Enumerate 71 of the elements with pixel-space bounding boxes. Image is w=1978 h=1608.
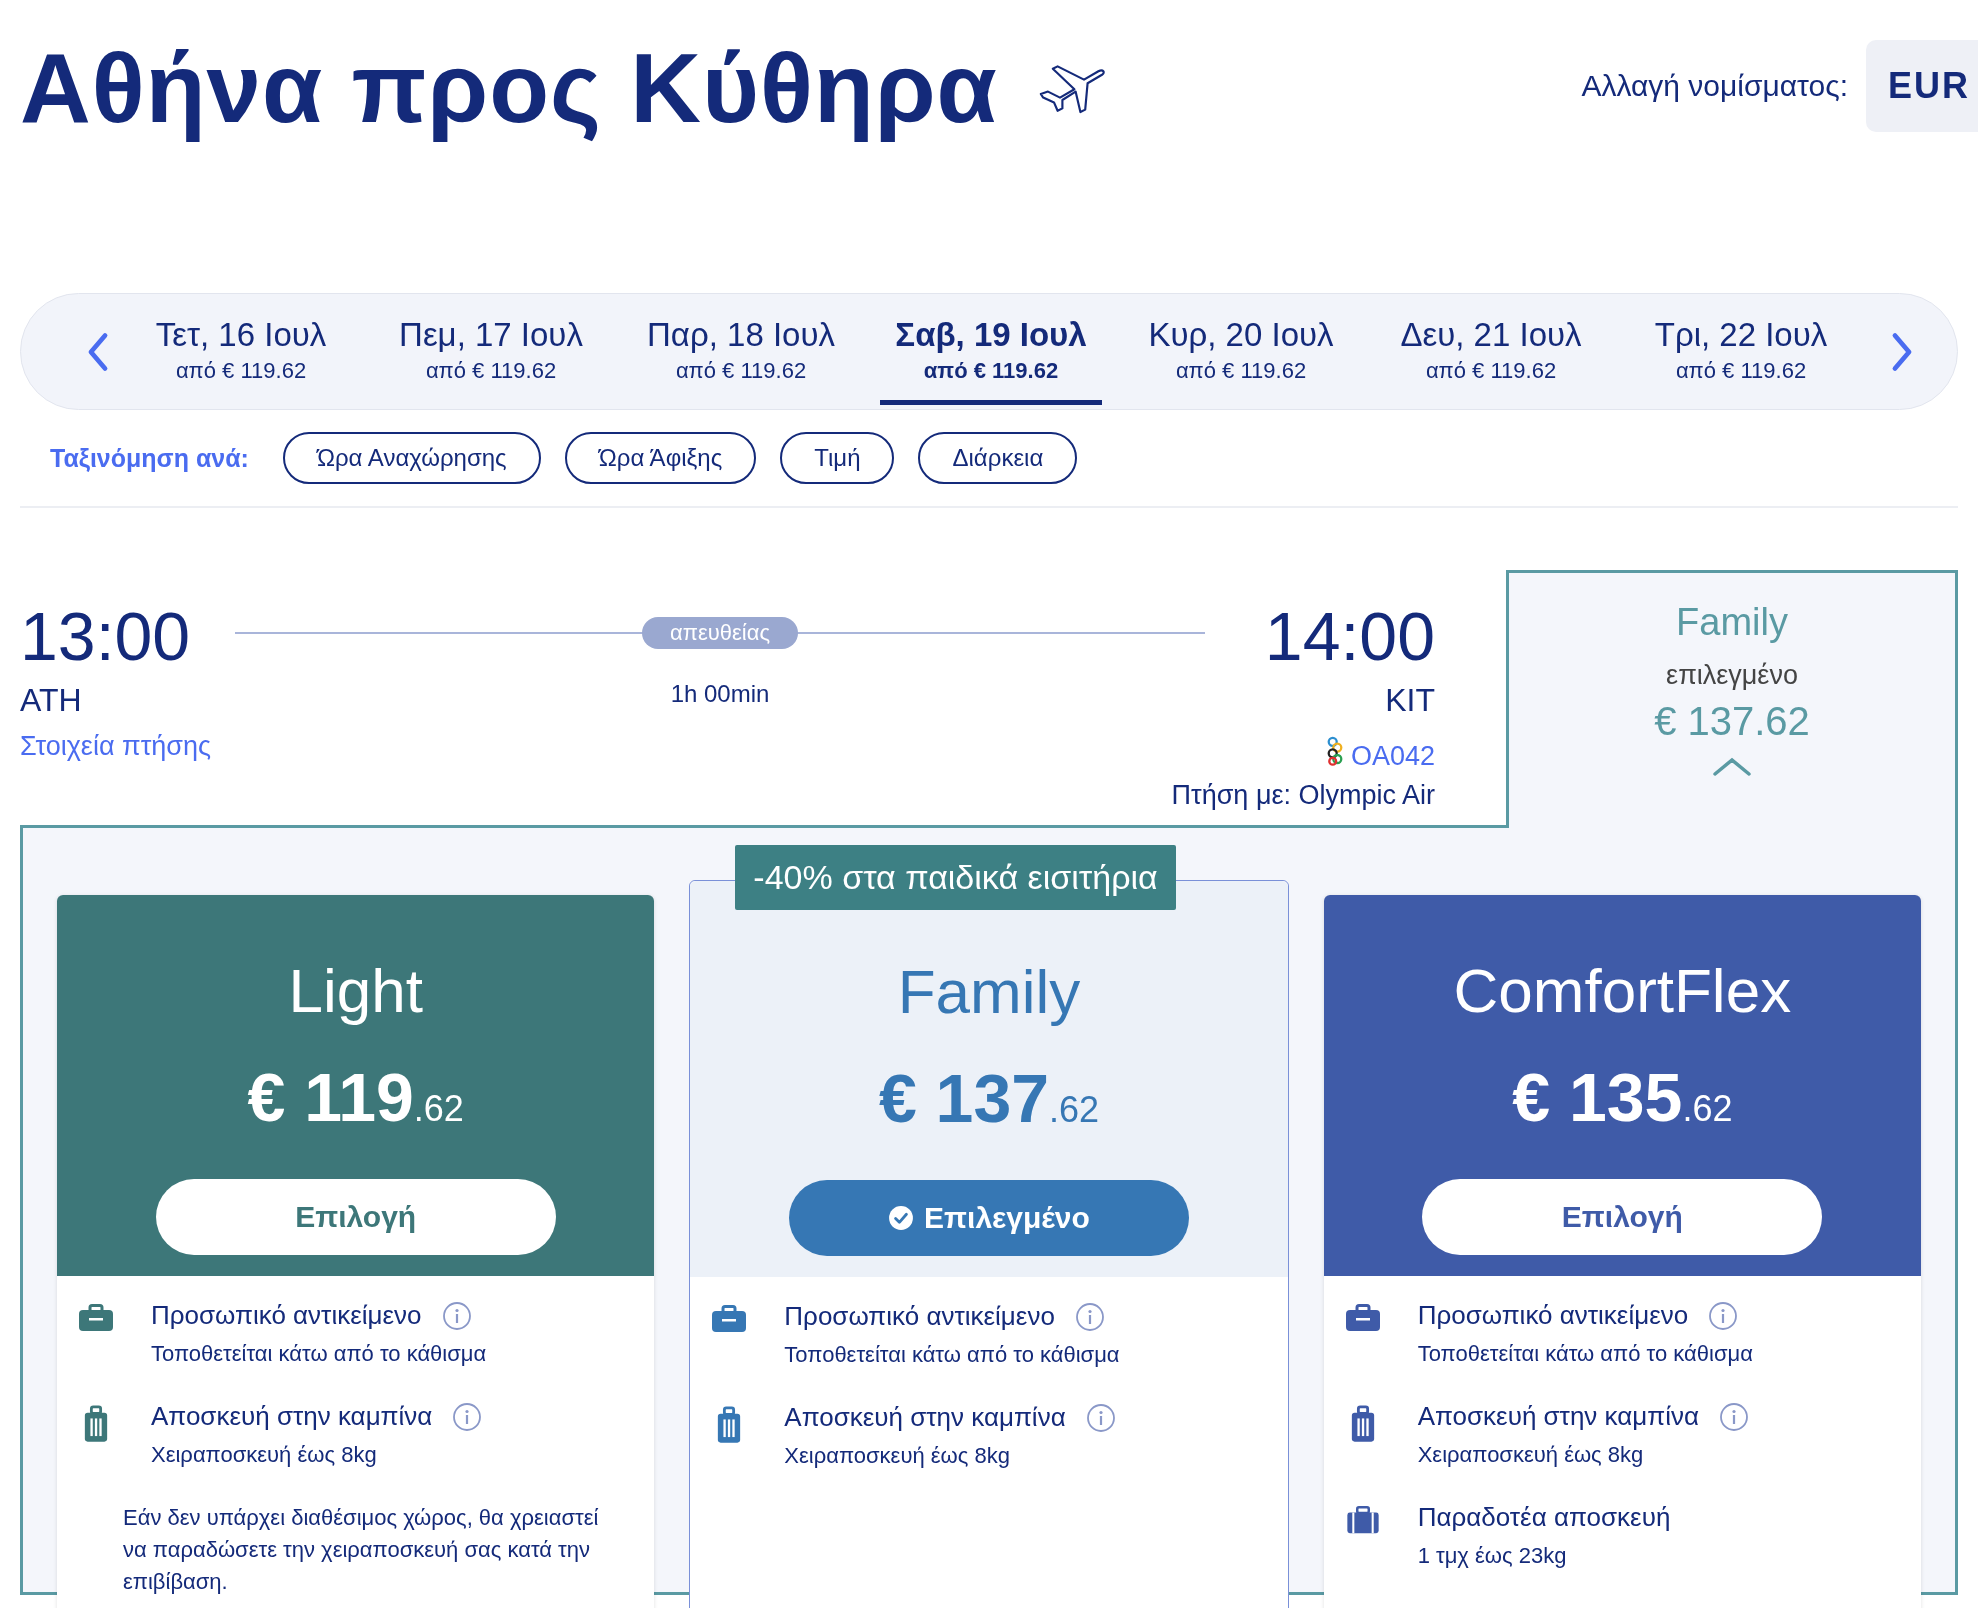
- discount-badge: -40% στα παιδικά εισιτήρια: [735, 845, 1176, 910]
- selected-fare-tab[interactable]: Family επιλεγμένο € 137.62: [1506, 570, 1958, 828]
- suitcase-icon: [83, 1405, 109, 1443]
- fare-price: € 119.62: [247, 1058, 464, 1137]
- date-tab[interactable]: Δευ, 21 Ιουλ από € 119.62: [1380, 294, 1602, 405]
- luggage-icon: [1344, 1506, 1381, 1534]
- feature-title: Παραδοτέα αποσκευή: [1417, 1502, 1671, 1533]
- flight-duration: 1h 00min: [670, 680, 770, 708]
- date-tab[interactable]: Τετ, 16 Ιουλ από € 119.62: [130, 294, 352, 405]
- briefcase-icon: [78, 1304, 114, 1332]
- chevron-left-icon[interactable]: [86, 331, 110, 372]
- flight-details-link[interactable]: Στοιχεία πτήσης: [20, 731, 235, 762]
- baggage-note: Εάν δεν υπάρχει διαθέσιμος χώρος, θα χρειαστεί να παραδώσετε την χειραποσκευή σας κατά την επιβίβαση.: [123, 1504, 600, 1596]
- sort-label: Ταξινόμηση ανά:: [50, 443, 249, 473]
- airport-code: KIT: [1385, 682, 1435, 719]
- date-tab[interactable]: Τρι, 22 Ιουλ από € 119.62: [1630, 294, 1852, 405]
- sort-button[interactable]: Τιμή: [780, 432, 895, 484]
- currency-label: Αλλαγή νομίσματος:: [1581, 69, 1848, 103]
- fare-price: € 135.62: [1512, 1058, 1733, 1137]
- info-icon[interactable]: [441, 1300, 472, 1331]
- chevron-right-icon[interactable]: [1890, 331, 1914, 372]
- arrival-time: 14:00: [1264, 597, 1435, 676]
- feature-title: Προσωπικό αντικείμενο: [784, 1301, 1055, 1332]
- selected-button[interactable]: Επιλεγμένο: [789, 1180, 1189, 1256]
- date-tab[interactable]: Σαβ, 19 Ιουλ από € 119.62: [880, 294, 1102, 405]
- fare-name: ComfortFlex: [1453, 955, 1792, 1027]
- sort-button[interactable]: Ώρα Άφιξης: [564, 432, 757, 484]
- page-title: Αθήνα προς Κύθηρα: [20, 32, 998, 145]
- date-tab[interactable]: Κυρ, 20 Ιουλ από € 119.62: [1130, 294, 1352, 405]
- sort-button[interactable]: Ώρα Αναχώρησης: [282, 432, 541, 484]
- flight-number-link[interactable]: OA042: [1350, 741, 1435, 772]
- briefcase-icon: [1344, 1304, 1381, 1332]
- fare-price: € 137.62: [1654, 699, 1810, 744]
- sort-button[interactable]: Διάρκεια: [918, 432, 1078, 484]
- feature-title: Προσωπικό αντικείμενο: [151, 1300, 422, 1331]
- feature-title: Αποσκευή στην καμπίνα: [784, 1402, 1066, 1433]
- fare-name: Family: [897, 956, 1081, 1028]
- feature-description: Τοποθετείται κάτω από το κάθισμα: [151, 1341, 487, 1367]
- fare-status: επιλεγμένο: [1666, 660, 1798, 691]
- info-icon[interactable]: [1708, 1300, 1739, 1331]
- departure-time: 13:00: [20, 597, 192, 676]
- fare-name: Family: [1676, 601, 1788, 644]
- fare-name: Light: [288, 955, 423, 1027]
- briefcase-icon: [711, 1305, 748, 1333]
- check-icon: [888, 1205, 915, 1231]
- feature-description: Χειραποσκευή έως 8kg: [784, 1443, 1011, 1469]
- select-button[interactable]: Επιλογή: [155, 1179, 556, 1255]
- date-tab[interactable]: Παρ, 18 Ιουλ από € 119.62: [630, 294, 852, 405]
- currency-button[interactable]: EUR: [1866, 40, 1978, 132]
- feature-description: Τοποθετείται κάτω από το κάθισμα: [1417, 1341, 1753, 1367]
- chevron-up-icon[interactable]: [1712, 756, 1752, 778]
- airline-logo-icon: [1326, 735, 1343, 766]
- suitcase-icon: [716, 1406, 743, 1444]
- suitcase-icon: [1349, 1405, 1376, 1443]
- select-button[interactable]: Επιλογή: [1422, 1179, 1823, 1255]
- feature-description: Χειραποσκευή έως 8kg: [151, 1442, 378, 1468]
- feature-title: Προσωπικό αντικείμενο: [1417, 1300, 1689, 1331]
- direct-badge: απευθείας: [642, 617, 798, 649]
- fare-price: € 137.62: [878, 1059, 1100, 1138]
- info-icon[interactable]: [1719, 1401, 1749, 1432]
- airport-code: ATH: [20, 682, 83, 719]
- operator-text: Πτήση με: Olympic Air: [1171, 780, 1435, 811]
- date-tab[interactable]: Πεμ, 17 Ιουλ από € 119.62: [380, 294, 602, 405]
- feature-title: Αποσκευή στην καμπίνα: [151, 1401, 433, 1432]
- feature-description: 1 τμχ έως 23kg: [1417, 1543, 1568, 1569]
- feature-title: Αποσκευή στην καμπίνα: [1417, 1401, 1699, 1432]
- info-icon[interactable]: [452, 1401, 483, 1432]
- info-icon[interactable]: [1074, 1301, 1105, 1332]
- feature-description: Τοποθετείται κάτω από το κάθισμα: [784, 1342, 1120, 1368]
- feature-description: Χειραποσκευή έως 8kg: [1417, 1442, 1645, 1468]
- info-icon[interactable]: [1085, 1402, 1116, 1433]
